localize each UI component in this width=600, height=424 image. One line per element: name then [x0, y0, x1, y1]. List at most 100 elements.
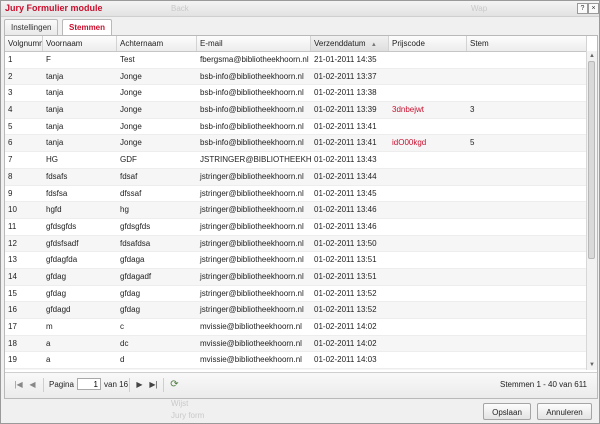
cell-stem: 5 [470, 138, 475, 148]
cell-volgnummer: 2 [8, 71, 13, 81]
table-row[interactable]: 5 tanja Jonge bsb-info@bibliotheekhoorn.nl 0… [5, 119, 587, 136]
cell-email: jstringer@bibliotheekhoorn.nl [200, 188, 304, 198]
table-row[interactable]: 7 HG GDF JSTRINGER@BIBLIOTHEEKHOORN01-02-20… [5, 152, 587, 169]
cell-email: bsb-info@bibliotheekhoorn.nl [200, 138, 304, 148]
table-row[interactable]: 12 gfdsfsadf fdsafdsa jstringer@bibliotheek… [5, 235, 587, 253]
cell-volgnummer: 6 [8, 138, 13, 148]
cell-email: mvissie@bibliotheekhoorn.nl [200, 322, 302, 331]
cell-prijscode [389, 85, 467, 100]
table-row[interactable]: 18 a dc mvissie@bibliotheekhoorn.nl 01-02-20… [5, 335, 587, 353]
table-row[interactable]: 19 a d mvissie@bibliotheekhoorn.nl 01-02-201… [5, 352, 587, 370]
vertical-scrollbar[interactable]: ▲ ▼ [586, 51, 597, 370]
cell-stem [467, 85, 587, 100]
title-bar[interactable]: Jury Formulier module Back Wap ? × [1, 1, 599, 17]
cell-prijscode: 3dnbejwt [392, 105, 425, 115]
cell-stem [467, 352, 587, 367]
help-icon[interactable]: ? [577, 3, 588, 14]
cell-email: bsb-info@bibliotheekhoorn.nl [200, 71, 304, 81]
cell-prijscode [389, 369, 467, 370]
column-header-prijscode[interactable]: Prijscode [389, 36, 467, 51]
cell-voornaam: tanja [46, 121, 64, 131]
cell-stem [467, 169, 587, 184]
table-row[interactable]: 15 gfdag gfdag jstringer@bibliotheekhoorn.n… [5, 286, 587, 303]
column-header-voornaam[interactable]: Voornaam [43, 36, 117, 51]
background-text: Jury form [171, 411, 205, 420]
cell-voornaam: gfdsgfds [46, 221, 77, 231]
table-row[interactable]: 3 tanja Jonge bsb-info@bibliotheekhoorn.nl 0… [5, 85, 587, 103]
scroll-up-icon[interactable]: ▲ [588, 52, 596, 60]
table-row[interactable]: 2 tanja Jonge bsb-info@bibliotheekhoorn.nl 0… [5, 68, 587, 86]
table-row[interactable]: 17 m c mvissie@bibliotheekhoorn.nl 01-02-201… [5, 319, 587, 336]
next-page-icon[interactable]: ▶ [134, 379, 145, 390]
toolbar-separator [163, 378, 164, 392]
background-text: Back [171, 4, 189, 13]
cell-achternaam: c [120, 322, 124, 331]
cell-verzenddatum: 01-02-2011 13:45 [314, 188, 377, 198]
table-row[interactable]: 8 fdsafs fdsaf jstringer@bibliotheekhoorn.n… [5, 168, 587, 186]
previous-page-icon[interactable]: ◀ [27, 379, 38, 390]
cell-prijscode [389, 269, 467, 284]
cell-achternaam: gfdag [120, 305, 141, 315]
cell-email: bsb-info@bibliotheekhoorn.nl [200, 88, 304, 98]
cancel-button[interactable]: Annuleren [537, 403, 592, 420]
cell-stem [467, 186, 587, 201]
cell-stem [467, 219, 587, 234]
refresh-icon[interactable]: ⟳ [169, 379, 180, 390]
table-row[interactable]: 10 hgfd hg jstringer@bibliotheekhoorn.nl 01-… [5, 202, 587, 219]
close-icon[interactable]: × [588, 3, 599, 14]
column-header-achternaam[interactable]: Achternaam [117, 36, 197, 51]
table-row[interactable]: 9 fdsfsa dfssaf jstringer@bibliotheekhoorn.… [5, 186, 587, 203]
cell-prijscode [389, 219, 467, 234]
cell-email: bsb-info@bibliotheekhoorn.nl [200, 121, 304, 131]
cell-achternaam: gfdaga [120, 255, 145, 265]
table-row[interactable]: 4 tanja Jonge bsb-info@bibliotheekhoorn.nl 0… [5, 102, 587, 119]
table-row[interactable]: 14 gfdag gfdagadf jstringer@bibliotheekhoor… [5, 268, 587, 286]
cell-voornaam: gfdagfda [46, 255, 78, 265]
cell-achternaam: fdsafdsa [120, 238, 151, 248]
cell-verzenddatum: 01-02-2011 13:41 [314, 121, 377, 131]
scroll-down-icon[interactable]: ▼ [588, 361, 596, 369]
cell-volgnummer: 5 [8, 121, 13, 131]
table-row[interactable]: 20ssmvissie@bibliotheekhoorn.nl01-02-201… [5, 369, 587, 370]
cell-email: mvissie@bibliotheekhoorn.nl [200, 355, 302, 365]
cell-verzenddatum: 01-02-2011 13:41 [314, 138, 377, 148]
column-header-verzenddatum[interactable]: Verzenddatum ▲ [311, 36, 389, 51]
cell-prijscode [389, 252, 467, 267]
cell-volgnummer: 1 [8, 55, 13, 64]
cell-stem [467, 152, 587, 167]
table-row[interactable]: 16 gfdagd gfdag jstringer@bibliotheekhoorn.… [5, 302, 587, 319]
cell-achternaam: GDF [120, 155, 137, 165]
cell-verzenddatum: 01-02-2011 13:52 [314, 288, 377, 298]
first-page-icon[interactable]: |◀ [13, 379, 24, 390]
cell-verzenddatum: 01-02-2011 13:46 [314, 221, 377, 231]
background-text: Wap [471, 4, 488, 13]
column-header-label: Verzenddatum [314, 39, 366, 48]
cell-prijscode [389, 319, 467, 334]
column-header-volgnummer[interactable]: Volgnummer [5, 36, 43, 51]
cell-verzenddatum: 01-02-2011 13:51 [314, 255, 377, 265]
cell-voornaam: gfdag [46, 288, 67, 298]
column-header-email[interactable]: E-mail [197, 36, 311, 51]
table-row[interactable]: 1 F Test fbergsma@bibliotheekhoorn.nl 21-01-… [5, 52, 587, 69]
cell-stem [467, 69, 587, 84]
cell-prijscode [389, 286, 467, 301]
tab-stemmen[interactable]: Stemmen [62, 19, 113, 36]
table-row[interactable]: 13 gfdagfda gfdaga jstringer@bibliotheekhoo… [5, 252, 587, 269]
cell-volgnummer: 11 [8, 221, 17, 231]
column-header-stem[interactable]: Stem [467, 36, 587, 51]
cell-volgnummer: 20 [5, 369, 43, 370]
page-number-input[interactable] [77, 378, 101, 390]
cell-volgnummer: 18 [8, 338, 17, 348]
cell-email: mvissie@bibliotheekhoorn.nl [197, 369, 311, 370]
last-page-icon[interactable]: ▶| [148, 379, 159, 390]
cell-stem [467, 286, 587, 301]
tab-instellingen[interactable]: Instellingen [4, 19, 59, 35]
cell-voornaam: gfdag [46, 271, 67, 281]
scrollbar-thumb[interactable] [588, 61, 595, 259]
cell-verzenddatum: 01-02-2011 14:02 [314, 322, 377, 331]
cell-voornaam: a [46, 338, 51, 348]
save-button[interactable]: Opslaan [483, 403, 531, 420]
table-row[interactable]: 6 tanja Jonge bsb-info@bibliotheekhoorn.nl 0… [5, 135, 587, 153]
table-row[interactable]: 11 gfdsgfds gfdsgfds jstringer@bibliotheekh… [5, 219, 587, 236]
cell-voornaam: a [46, 355, 51, 365]
